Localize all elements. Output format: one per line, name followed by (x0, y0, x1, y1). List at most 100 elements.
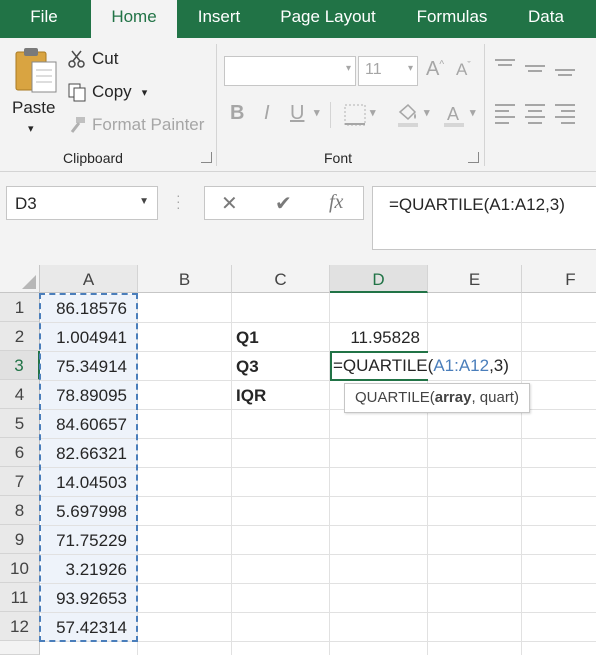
align-center-icon[interactable] (524, 102, 546, 131)
cell-a5[interactable]: 84.60657 (41, 410, 137, 438)
font-launcher-icon[interactable] (468, 152, 479, 163)
tab-page-layout[interactable]: Page Layout (268, 0, 388, 38)
copy-label: Copy (92, 82, 132, 101)
align-middle-icon[interactable] (524, 60, 546, 83)
tooltip-arg-array[interactable]: array (435, 389, 472, 406)
font-color-icon[interactable]: A (442, 102, 466, 133)
clipboard-group-label: Clipboard (63, 150, 123, 166)
paste-dropdown-icon[interactable]: ▾ (28, 122, 34, 135)
decrease-font-size-icon[interactable]: Aˇ (456, 60, 471, 80)
cell-a3[interactable]: 75.34914 (41, 352, 137, 380)
fill-color-dropdown-icon[interactable]: ▾ (424, 106, 430, 119)
font-color-dropdown-icon[interactable]: ▾ (470, 106, 476, 119)
cell-a7[interactable]: 14.04503 (41, 468, 137, 496)
cell-d3-edit-text[interactable]: =QUARTILE(A1:A12,3) (333, 353, 513, 379)
group-divider (216, 44, 217, 166)
formula-suffix: ,3) (489, 356, 509, 375)
column-header-d[interactable]: D (330, 265, 428, 293)
paintbrush-icon (66, 114, 88, 136)
function-tooltip[interactable]: QUARTILE(array, quart) (344, 383, 530, 413)
formula-input[interactable]: =QUARTILE(A1:A12,3) (372, 186, 596, 250)
cell-a8[interactable]: 5.697998 (41, 497, 137, 525)
row-header[interactable]: 7 (0, 467, 40, 496)
row-header[interactable]: 9 (0, 525, 40, 554)
row-header[interactable]: 11 (0, 583, 40, 612)
spreadsheet-grid[interactable]: A B C D E F 1 2 3 4 5 6 7 8 9 10 11 12 8… (0, 265, 596, 655)
drag-handle-icon[interactable]: · · · (176, 188, 181, 214)
cell-a6[interactable]: 82.66321 (41, 439, 137, 467)
clipboard-launcher-icon[interactable] (201, 152, 212, 163)
select-all-button[interactable] (0, 265, 40, 293)
cell-a12[interactable]: 57.42314 (41, 613, 137, 641)
tab-file[interactable]: File (18, 0, 70, 38)
row-header[interactable]: 2 (0, 322, 40, 351)
enter-icon[interactable]: ✔ (275, 191, 292, 216)
name-box[interactable]: D3 ▼ (6, 186, 158, 220)
row-header[interactable]: 4 (0, 380, 40, 409)
cell-d2[interactable]: 11.95828 (332, 323, 426, 353)
font-size-select[interactable]: 11 ▾ (358, 56, 418, 86)
gridline (137, 293, 138, 655)
align-left-icon[interactable] (494, 102, 516, 131)
cell-a9[interactable]: 71.75229 (41, 526, 137, 554)
cut-button[interactable]: Cut (66, 46, 118, 72)
borders-icon[interactable] (344, 104, 366, 131)
align-bottom-icon[interactable] (554, 60, 576, 83)
row-header[interactable]: 3 (0, 351, 40, 380)
bold-button[interactable]: B (230, 102, 244, 125)
formula-reference: A1:A12 (433, 356, 490, 375)
copy-icon (66, 81, 88, 103)
copy-button[interactable]: Copy ▾ (66, 79, 147, 105)
insert-function-icon[interactable]: fx (329, 191, 343, 214)
row-header[interactable]: 8 (0, 496, 40, 525)
paste-button[interactable]: Paste (12, 98, 55, 118)
chevron-down-icon: ▾ (407, 63, 413, 74)
chevron-down-icon[interactable]: ▼ (139, 196, 149, 207)
cell-a11[interactable]: 93.92653 (41, 584, 137, 612)
tooltip-rest: , quart) (471, 389, 519, 406)
svg-text:A: A (447, 104, 459, 124)
row-header[interactable]: 6 (0, 438, 40, 467)
column-header-b[interactable]: B (138, 265, 232, 293)
row-header[interactable]: 10 (0, 554, 40, 583)
cell-a2[interactable]: 1.004941 (41, 323, 137, 351)
copy-dropdown-icon[interactable]: ▾ (142, 86, 148, 99)
gridline (427, 293, 428, 655)
row-header[interactable]: 1 (0, 293, 40, 322)
cut-label: Cut (92, 49, 119, 68)
cell-a4[interactable]: 78.89095 (41, 381, 137, 409)
increase-font-size-icon[interactable]: A^ (426, 58, 444, 81)
format-painter-button[interactable]: Format Painter (66, 112, 204, 138)
align-top-icon[interactable] (494, 58, 516, 81)
align-right-icon[interactable] (554, 102, 576, 131)
row-header[interactable] (0, 641, 40, 655)
italic-button[interactable]: I (264, 102, 270, 125)
underline-dropdown-icon[interactable]: ▾ (314, 106, 320, 119)
cell-a1[interactable]: 86.18576 (41, 294, 137, 322)
gridline (40, 641, 596, 642)
column-header-f[interactable]: F (522, 265, 596, 293)
ribbon-tabs: File Home Insert Page Layout Formulas Da… (0, 0, 596, 38)
cell-a10[interactable]: 3.21926 (41, 555, 137, 583)
cancel-icon[interactable]: ✕ (221, 191, 238, 216)
tab-formulas[interactable]: Formulas (404, 0, 500, 38)
column-header-e[interactable]: E (428, 265, 522, 293)
paste-icon[interactable] (14, 46, 60, 94)
row-header[interactable]: 5 (0, 409, 40, 438)
cell-c3[interactable]: Q3 (236, 352, 259, 382)
underline-button[interactable]: U (290, 102, 304, 125)
tab-home[interactable]: Home (91, 0, 177, 38)
tab-insert[interactable]: Insert (186, 0, 252, 38)
column-header-c[interactable]: C (232, 265, 330, 293)
fill-color-icon[interactable] (396, 102, 420, 133)
formula-text: =QUARTILE(A1:A12,3) (389, 195, 565, 214)
font-name-select[interactable]: ▾ (224, 56, 356, 86)
borders-dropdown-icon[interactable]: ▾ (370, 106, 376, 119)
ribbon: Paste ▾ Cut Copy ▾ Format Painter Clipbo… (0, 38, 596, 172)
cell-c4[interactable]: IQR (236, 381, 266, 411)
column-header-a[interactable]: A (40, 265, 138, 293)
tab-data[interactable]: Data (516, 0, 576, 38)
row-header[interactable]: 12 (0, 612, 40, 641)
divider (330, 102, 331, 128)
cell-c2[interactable]: Q1 (236, 323, 259, 353)
